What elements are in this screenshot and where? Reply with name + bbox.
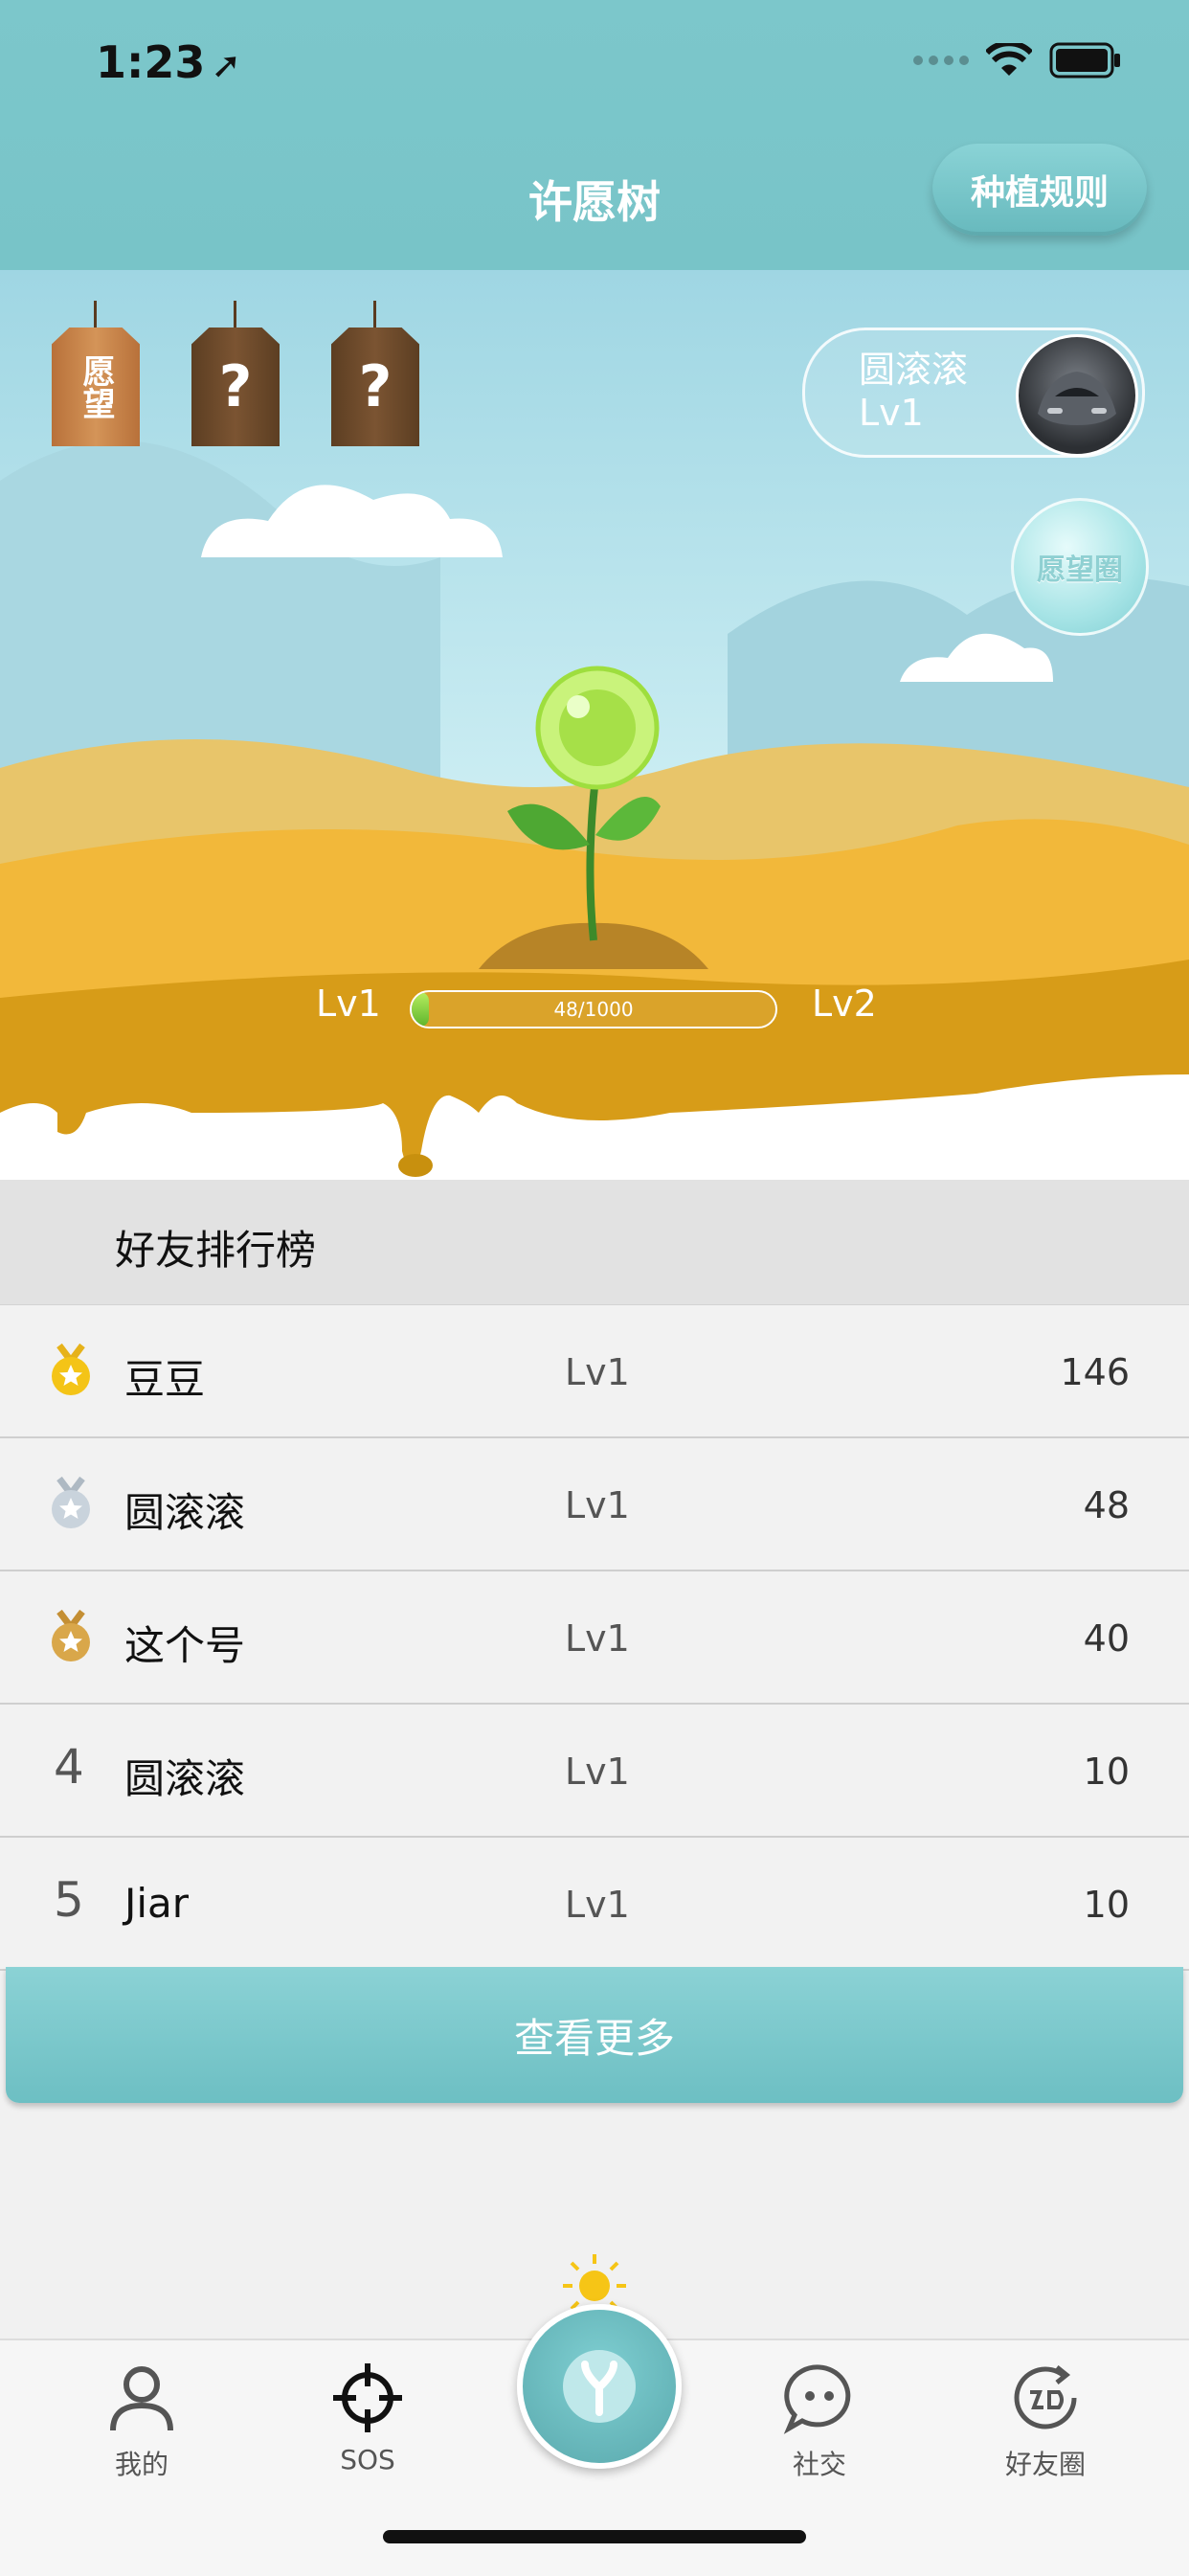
friend-name: Jiar	[124, 1880, 190, 1927]
wish-circle-button[interactable]: 愿望圈	[1011, 498, 1149, 636]
friend-level: Lv1	[565, 1351, 630, 1393]
friend-name: 圆滚滚	[124, 1755, 246, 1802]
wifi-icon	[986, 43, 1032, 76]
tab-mine[interactable]: 我的	[65, 2360, 218, 2482]
sprout-icon	[563, 2350, 636, 2423]
table-row[interactable]: 豆豆 Lv1 146	[0, 1305, 1189, 1438]
friend-score: 10	[1083, 1884, 1130, 1926]
friend-level: Lv1	[565, 1617, 630, 1660]
status-time: 1:23 ➚	[96, 36, 242, 88]
silver-medal-icon	[52, 1477, 90, 1528]
planting-rules-button[interactable]: 种植规则	[932, 144, 1147, 236]
friend-name: 这个号	[124, 1622, 246, 1669]
rank-number: 4	[54, 1739, 84, 1795]
friend-name: 圆滚滚	[124, 1489, 246, 1536]
car-avatar-image	[1038, 372, 1116, 425]
gold-medal-icon	[52, 1344, 90, 1395]
home-indicator	[383, 2530, 806, 2543]
wish-tree-center-button[interactable]	[517, 2304, 682, 2469]
friend-level: Lv1	[565, 1484, 630, 1526]
user-profile-pill[interactable]: 圆滚滚 Lv1	[802, 328, 1145, 458]
current-level-label: Lv1	[316, 983, 381, 1025]
avatar[interactable]	[1016, 334, 1138, 457]
progress-text: 48/1000	[553, 998, 634, 1021]
top-bar: 1:23 ➚ 许愿树 种植规则	[0, 0, 1189, 270]
chat-bubble-icon	[783, 2364, 851, 2434]
location-arrow-icon: ➚	[211, 44, 242, 86]
user-level: Lv1	[859, 392, 924, 434]
tab-social[interactable]: 社交	[743, 2360, 896, 2482]
friend-score: 146	[1060, 1351, 1130, 1393]
bronze-medal-icon	[52, 1610, 90, 1661]
table-row[interactable]: 5 Jiar Lv1 10	[0, 1838, 1189, 1971]
table-row[interactable]: 圆滚滚 Lv1 48	[0, 1438, 1189, 1571]
next-level-label: Lv2	[812, 983, 877, 1025]
crosshair-icon	[333, 2363, 402, 2432]
growth-progress-bar: 48/1000	[410, 990, 777, 1028]
ranking-list: 豆豆 Lv1 146 圆滚滚 Lv1 48 这个号 Lv1 40 4 圆滚滚 L…	[0, 1305, 1189, 1971]
tab-label: SOS	[340, 2444, 395, 2475]
tab-friends-circle[interactable]: 好友圈	[969, 2360, 1122, 2482]
wish-tree-scene: 愿望 ? ? 圆滚滚 Lv1 愿望圈 Lv1 48/1000 Lv2	[0, 270, 1189, 1180]
friend-score: 10	[1083, 1751, 1130, 1793]
battery-icon	[1049, 42, 1120, 79]
wish-tag-3[interactable]: ?	[331, 301, 419, 446]
view-more-button[interactable]: 查看更多	[6, 1967, 1183, 2103]
wish-tag-2[interactable]: ?	[191, 301, 280, 446]
wish-tag-label: ?	[191, 328, 280, 446]
tab-sos[interactable]: SOS	[291, 2360, 444, 2475]
friend-level: Lv1	[565, 1751, 630, 1793]
ranking-header: 好友排行榜	[0, 1180, 1189, 1305]
wish-tag-1[interactable]: 愿望	[52, 301, 140, 446]
wish-tag-label: 愿望	[52, 328, 140, 446]
friend-level: Lv1	[565, 1884, 630, 1926]
person-icon	[110, 2366, 173, 2431]
wish-tag-label: ?	[331, 328, 419, 446]
tab-label: 社交	[792, 2449, 846, 2480]
table-row[interactable]: 这个号 Lv1 40	[0, 1571, 1189, 1705]
table-row[interactable]: 4 圆滚滚 Lv1 10	[0, 1705, 1189, 1838]
friend-name: 豆豆	[124, 1356, 206, 1403]
ranking-title: 好友排行榜	[115, 1227, 317, 1274]
user-name: 圆滚滚	[859, 349, 969, 391]
tab-label: 好友圈	[1004, 2449, 1086, 2480]
friends-circle-icon	[1014, 2365, 1077, 2429]
friend-score: 40	[1083, 1617, 1130, 1660]
signal-icon	[913, 56, 969, 65]
status-indicators	[913, 42, 1122, 79]
tab-label: 我的	[114, 2449, 168, 2480]
rank-number: 5	[54, 1872, 84, 1928]
friend-score: 48	[1083, 1484, 1130, 1526]
